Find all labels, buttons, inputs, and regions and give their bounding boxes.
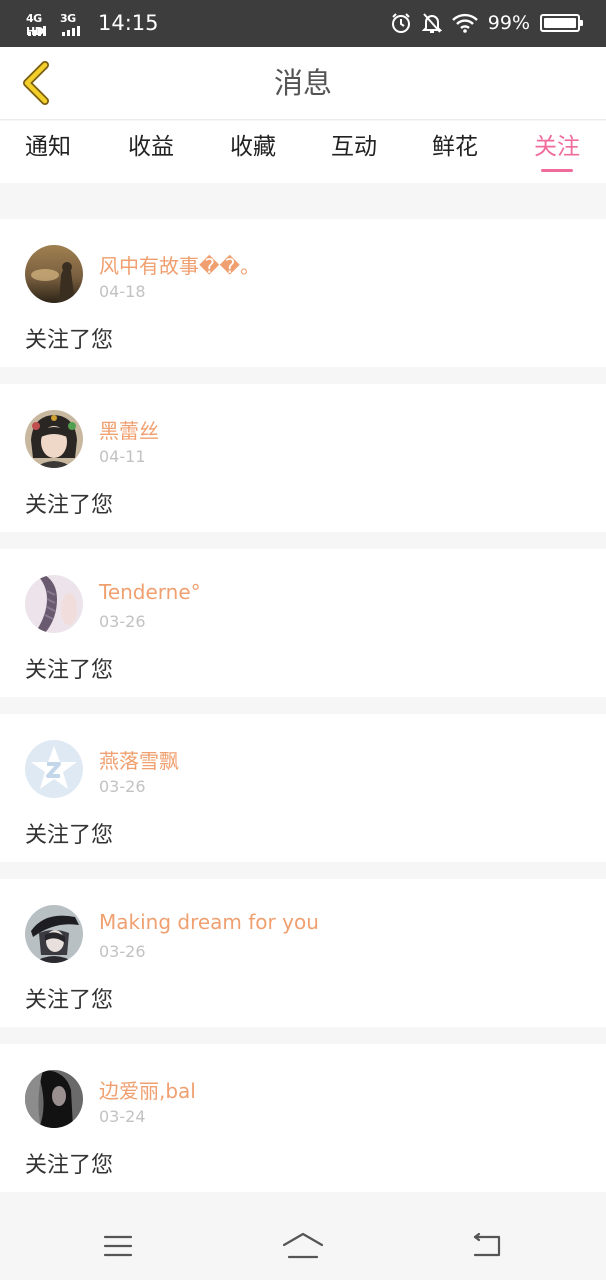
home-button[interactable] — [273, 1224, 333, 1268]
network-3g-signal-icon: 3G — [60, 10, 90, 36]
notification-message: 关注了您 — [25, 328, 114, 353]
mute-notification-icon — [421, 12, 442, 34]
page-title: 消息 — [273, 66, 332, 100]
notification-date: 03-26 — [99, 612, 146, 631]
notification-date: 03-24 — [99, 1107, 146, 1126]
back-icon — [473, 1233, 501, 1257]
battery-percent: 99% — [487, 12, 530, 34]
notification-item[interactable]: Making dream for you 03-26 关注了您 — [0, 879, 606, 1027]
notification-list: 风中有故事��。 04-18 关注了您 黑蕾丝 04-11 关注了您 Tende… — [0, 173, 606, 1210]
username[interactable]: 燕落雪飘 — [99, 745, 179, 774]
notification-message: 关注了您 — [25, 658, 114, 683]
tab-earnings[interactable]: 收益 — [111, 121, 191, 173]
menu-button[interactable] — [88, 1224, 148, 1268]
notification-item[interactable]: 黑蕾丝 04-11 关注了您 — [0, 384, 606, 532]
notification-item[interactable]: 风中有故事��。 04-18 关注了您 — [0, 219, 606, 367]
avatar[interactable] — [25, 1070, 83, 1128]
notification-item[interactable]: 边爱丽,bal 03-24 关注了您 — [0, 1044, 606, 1192]
network-4g-signal-icon: 4G HD — [26, 10, 56, 38]
alarm-icon — [390, 12, 412, 34]
avatar[interactable] — [25, 740, 83, 798]
notification-date: 03-26 — [99, 777, 146, 796]
system-navigation-bar — [0, 1210, 606, 1280]
notification-item[interactable]: 燕落雪飘 03-26 关注了您 — [0, 714, 606, 862]
tab-follows[interactable]: 关注 — [517, 121, 597, 173]
avatar[interactable] — [25, 410, 83, 468]
tab-bar: 通知 收益 收藏 互动 鲜花 关注 — [0, 121, 606, 173]
username[interactable]: 风中有故事��。 — [99, 250, 260, 279]
notification-message: 关注了您 — [25, 493, 114, 518]
avatar[interactable] — [25, 905, 83, 963]
notification-date: 04-11 — [99, 447, 146, 466]
tab-interactions[interactable]: 互动 — [314, 121, 394, 173]
tab-notifications[interactable]: 通知 — [8, 121, 88, 173]
avatar[interactable] — [25, 575, 83, 633]
tab-favorites[interactable]: 收藏 — [213, 121, 293, 173]
title-bar: 消息 — [0, 47, 606, 120]
home-icon — [282, 1232, 324, 1259]
notification-message: 关注了您 — [25, 1153, 114, 1178]
back-nav-button[interactable] — [458, 1224, 518, 1268]
clock-time: 14:15 — [98, 11, 159, 35]
notification-date: 04-18 — [99, 282, 146, 301]
tab-flowers[interactable]: 鲜花 — [415, 121, 495, 173]
menu-icon — [103, 1235, 133, 1257]
notification-item[interactable]: Tenderne° 03-26 关注了您 — [0, 549, 606, 697]
notification-message: 关注了您 — [25, 823, 114, 848]
username[interactable]: Tenderne° — [99, 580, 201, 604]
username[interactable]: 边爱丽,bal — [99, 1075, 196, 1104]
notification-date: 03-26 — [99, 942, 146, 961]
wifi-icon — [451, 13, 478, 33]
battery-icon — [540, 14, 583, 32]
username[interactable]: Making dream for you — [99, 910, 319, 934]
list-item-partial — [0, 173, 606, 183]
notification-message: 关注了您 — [25, 988, 114, 1013]
username[interactable]: 黑蕾丝 — [99, 415, 159, 444]
active-tab-indicator — [541, 169, 573, 172]
avatar[interactable] — [25, 245, 83, 303]
status-bar: 4G HD 3G 14:15 99% — [0, 0, 606, 47]
